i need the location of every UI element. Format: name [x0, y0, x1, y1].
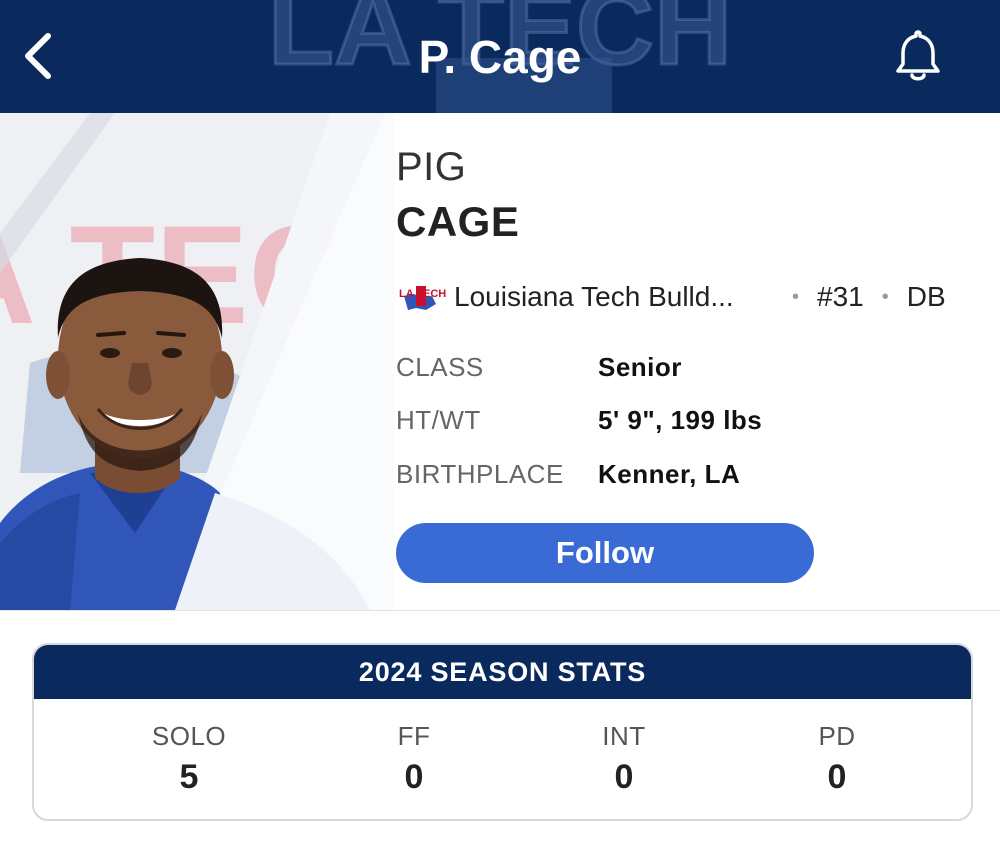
bell-icon — [896, 30, 940, 81]
player-photo: LA TECH — [0, 113, 395, 610]
stat-label: INT — [602, 721, 646, 751]
season-stats-card: 2024 SEASON STATS SOLO 5 FF 0 INT 0 PD 0 — [32, 643, 973, 821]
team-logo-icon: LA TECH — [399, 286, 446, 310]
attribute-label: HT/WT — [396, 404, 481, 435]
attribute-value: 5' 9", 199 lbs — [598, 404, 763, 435]
stat-label: FF — [397, 721, 431, 751]
svg-text:LA TECH: LA TECH — [399, 288, 446, 300]
attribute-row-class: CLASS Senior — [396, 349, 682, 385]
player-position: DB — [906, 281, 946, 312]
attribute-label: BIRTHPLACE — [396, 458, 564, 489]
season-stats-title: 2024 SEASON STATS — [34, 645, 971, 699]
attribute-row-birthplace: BIRTHPLACE Kenner, LA — [396, 456, 740, 492]
attribute-row-ht-wt: HT/WT 5' 9", 199 lbs — [396, 402, 762, 438]
jersey-number: #31 — [817, 281, 864, 312]
team-row: LA TECH Louisiana Tech Bulld... • #31 • … — [396, 277, 996, 317]
stat-value: 0 — [614, 758, 634, 796]
divider — [0, 610, 1000, 611]
player-first-name: PIG — [396, 145, 467, 189]
player-hero: LA TECH PIG CAGE LA — [0, 113, 1000, 610]
stat-value: 0 — [827, 758, 847, 796]
separator-dot: • — [792, 285, 800, 308]
stat-int: INT 0 — [524, 721, 724, 797]
stat-solo: SOLO 5 — [89, 721, 289, 797]
team-name-link[interactable]: Louisiana Tech Bulld... — [454, 281, 784, 313]
stat-value: 5 — [179, 758, 199, 796]
follow-button[interactable]: Follow — [396, 523, 814, 583]
attribute-label: CLASS — [396, 351, 484, 382]
notifications-button[interactable] — [890, 26, 946, 86]
page-title: P. Cage — [418, 31, 582, 83]
attribute-value: Senior — [598, 351, 682, 382]
stat-label: SOLO — [151, 721, 227, 751]
player-last-name: CAGE — [396, 198, 520, 245]
stat-pd: PD 0 — [737, 721, 937, 797]
player-info: PIG CAGE LA TECH Louisiana Tech Bulld...… — [396, 113, 996, 610]
attribute-value: Kenner, LA — [598, 458, 741, 489]
separator-dot: • — [881, 285, 889, 308]
stat-value: 0 — [404, 758, 424, 796]
stat-label: PD — [818, 721, 856, 751]
stat-ff: FF 0 — [314, 721, 514, 797]
app-header: LA TECH P. Cage — [0, 0, 1000, 113]
